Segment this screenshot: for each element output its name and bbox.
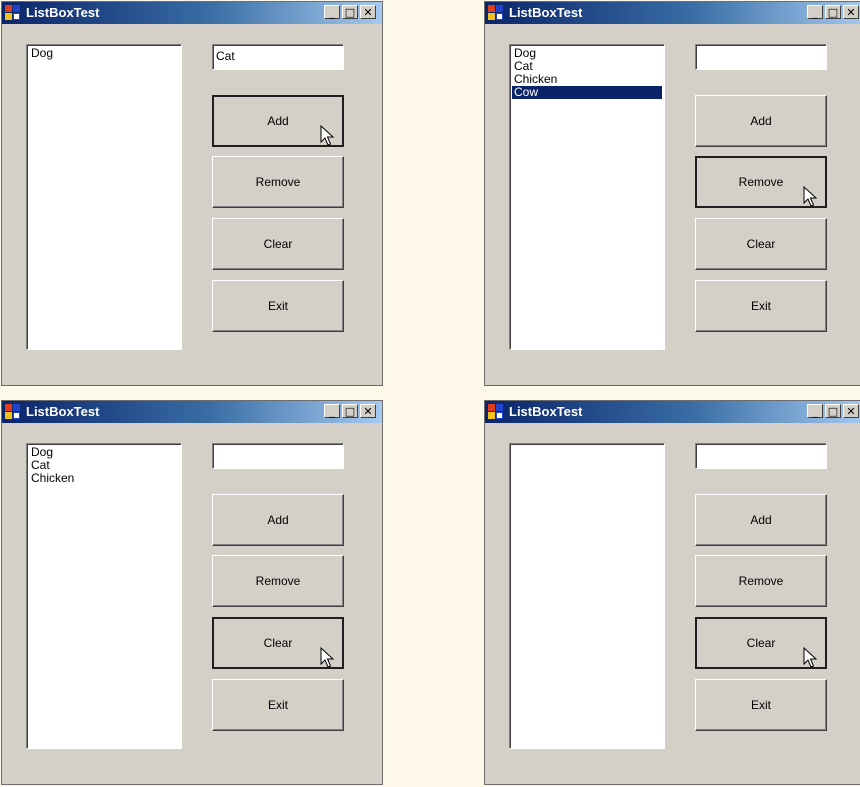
window-title: ListBoxTest [509,5,583,20]
remove-button[interactable]: Remove [695,555,827,607]
list-item[interactable]: Dog [512,47,662,60]
clear-button[interactable]: Clear [695,218,827,270]
maximize-icon[interactable]: □ [342,5,358,19]
input-textbox[interactable] [695,443,827,469]
list-item[interactable]: Chicken [29,472,179,485]
minimize-icon[interactable]: _ [324,404,340,418]
maximize-icon[interactable]: □ [825,404,841,418]
app-icon[interactable] [488,404,504,420]
remove-button[interactable]: Remove [212,555,344,607]
minimize-icon[interactable]: _ [807,404,823,418]
exit-button[interactable]: Exit [212,679,344,731]
exit-button[interactable]: Exit [695,679,827,731]
app-icon[interactable] [488,5,504,21]
listbox-test-window: ListBoxTest _ □ ✕ Dog Cat Add Remove Cle… [1,1,383,386]
list-item[interactable]: Dog [29,446,179,459]
close-icon[interactable]: ✕ [360,5,376,19]
mouse-cursor-icon [320,125,335,146]
window-title: ListBoxTest [26,404,100,419]
title-bar[interactable]: ListBoxTest _ □ ✕ [2,401,382,423]
add-button[interactable]: Add [695,494,827,546]
maximize-icon[interactable]: □ [825,5,841,19]
title-bar[interactable]: ListBoxTest _ □ ✕ [2,2,382,24]
animals-listbox[interactable]: Dog Cat Chicken Cow [509,44,665,350]
input-textbox[interactable]: Cat [212,44,344,70]
remove-button[interactable]: Remove [212,156,344,208]
listbox-test-window: ListBoxTest _ □ ✕ Dog Cat Chicken Add Remo… [1,400,383,785]
input-textbox[interactable] [695,44,827,70]
window-title: ListBoxTest [509,404,583,419]
window-title: ListBoxTest [26,5,100,20]
maximize-icon[interactable]: □ [342,404,358,418]
minimize-icon[interactable]: _ [324,5,340,19]
exit-button[interactable]: Exit [695,280,827,332]
animals-listbox[interactable]: Dog [26,44,182,350]
mouse-cursor-icon [803,186,818,207]
title-bar[interactable]: ListBoxTest _ □ ✕ [485,2,860,24]
close-icon[interactable]: ✕ [843,5,859,19]
input-textbox[interactable] [212,443,344,469]
app-icon[interactable] [5,404,21,420]
listbox-test-window: ListBoxTest _ □ ✕ Dog Cat Chicken Cow Add R… [484,1,860,386]
list-item[interactable]: Cow [512,86,662,99]
add-button[interactable]: Add [695,95,827,147]
close-icon[interactable]: ✕ [843,404,859,418]
animals-listbox[interactable]: Dog Cat Chicken [26,443,182,749]
listbox-test-window: ListBoxTest _ □ ✕ Add Remove Clear Exit [484,400,860,785]
list-item[interactable]: Dog [29,47,179,60]
exit-button[interactable]: Exit [212,280,344,332]
mouse-cursor-icon [320,647,335,668]
clear-button[interactable]: Clear [212,218,344,270]
mouse-cursor-icon [803,647,818,668]
app-icon[interactable] [5,5,21,21]
minimize-icon[interactable]: _ [807,5,823,19]
close-icon[interactable]: ✕ [360,404,376,418]
title-bar[interactable]: ListBoxTest _ □ ✕ [485,401,860,423]
add-button[interactable]: Add [212,494,344,546]
animals-listbox[interactable] [509,443,665,749]
